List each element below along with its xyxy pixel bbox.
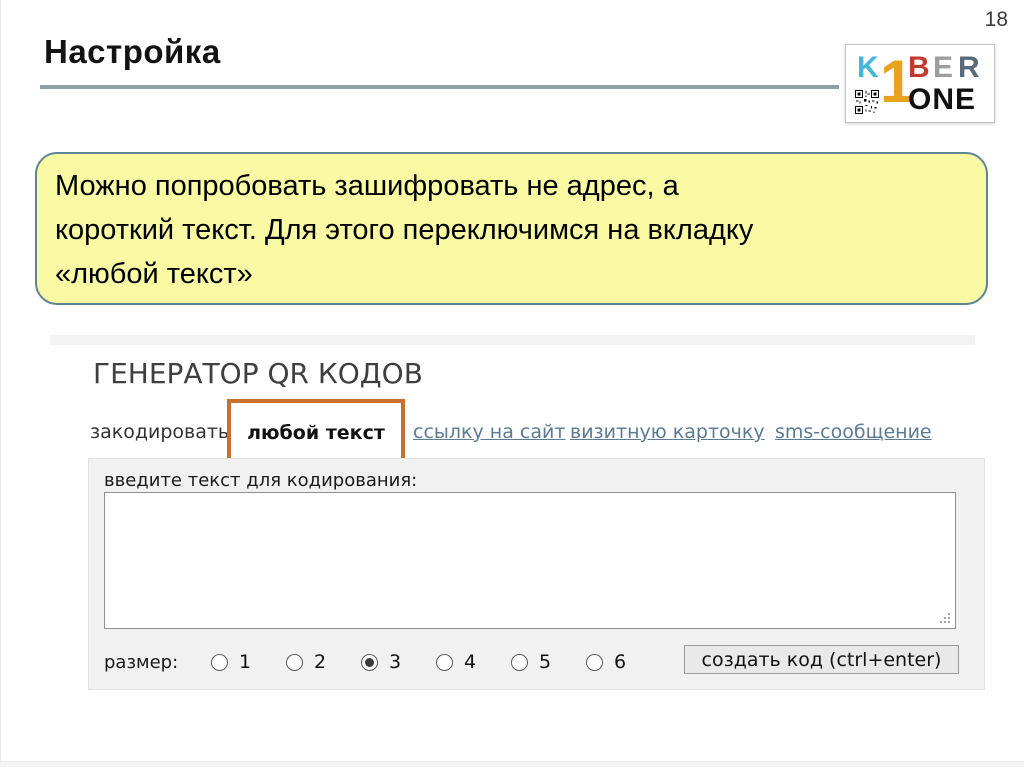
qr-code-icon [855, 90, 879, 114]
size-radio-6[interactable]: 6 [586, 651, 661, 673]
site-heading: ГЕНЕРАТОР QR КОДОВ [93, 357, 423, 390]
tab-link-website[interactable]: ссылку на сайт [413, 421, 565, 443]
create-code-button[interactable]: создать код (ctrl+enter) [684, 645, 959, 674]
slide-left-edge [0, 0, 1, 767]
resize-grip-icon[interactable] [948, 621, 950, 623]
callout-line: «любой текст» [55, 258, 253, 290]
kiberone-logo: K 1 B E R ONE [845, 44, 995, 123]
tab-link-vcard[interactable]: визитную карточку [570, 421, 765, 443]
callout-line: короткий текст. Для этого переключимся н… [55, 214, 754, 246]
radio-icon[interactable] [436, 653, 453, 671]
active-tab-highlight-box: любой текст [227, 399, 405, 467]
logo-letter-k: K [857, 51, 879, 84]
size-label: размер: [104, 651, 179, 673]
tab-any-text[interactable]: любой текст [247, 422, 385, 444]
logo-letter-b: B [908, 51, 930, 84]
logo-letter-e: E [933, 51, 954, 84]
logo-word-one: ONE [908, 83, 977, 116]
size-radio-5[interactable]: 5 [511, 651, 586, 673]
radio-icon[interactable] [586, 653, 603, 671]
page-title: Настройка [44, 33, 221, 70]
textarea-label: введите текст для кодирования: [104, 470, 418, 491]
slide-bottom-strip [0, 761, 1024, 767]
site-top-strip [50, 335, 975, 345]
page-number: 18 [984, 8, 1008, 31]
callout-line: Можно попробовать зашифровать не адрес, … [55, 170, 679, 202]
size-selector-row: размер: 1 2 3 4 5 6 [104, 642, 661, 682]
size-radio-label: 3 [389, 651, 402, 673]
text-to-encode-input[interactable] [104, 492, 956, 629]
title-underline [40, 85, 839, 89]
tab-prefix-label: закодировать [90, 421, 230, 443]
size-radio-3[interactable]: 3 [361, 651, 436, 673]
qr-generator-screenshot: ГЕНЕРАТОР QR КОДОВ закодировать любой те… [50, 335, 985, 700]
size-radio-label: 1 [239, 651, 252, 673]
tab-link-sms[interactable]: sms-сообщение [775, 421, 932, 443]
size-radio-label: 6 [614, 651, 627, 673]
radio-icon[interactable] [511, 653, 528, 671]
size-radio-2[interactable]: 2 [286, 651, 361, 673]
radio-checked-icon[interactable] [361, 653, 378, 671]
radio-icon[interactable] [286, 653, 303, 671]
size-radio-1[interactable]: 1 [211, 651, 286, 673]
size-radio-label: 2 [314, 651, 327, 673]
radio-icon[interactable] [211, 653, 228, 671]
callout-box: Можно попробовать зашифровать не адрес, … [35, 152, 988, 305]
generator-form-panel: введите текст для кодирования: размер: 1… [88, 458, 985, 690]
size-radio-4[interactable]: 4 [436, 651, 511, 673]
size-radio-label: 5 [539, 651, 552, 673]
logo-letter-r: R [958, 51, 980, 84]
size-radio-label: 4 [464, 651, 477, 673]
